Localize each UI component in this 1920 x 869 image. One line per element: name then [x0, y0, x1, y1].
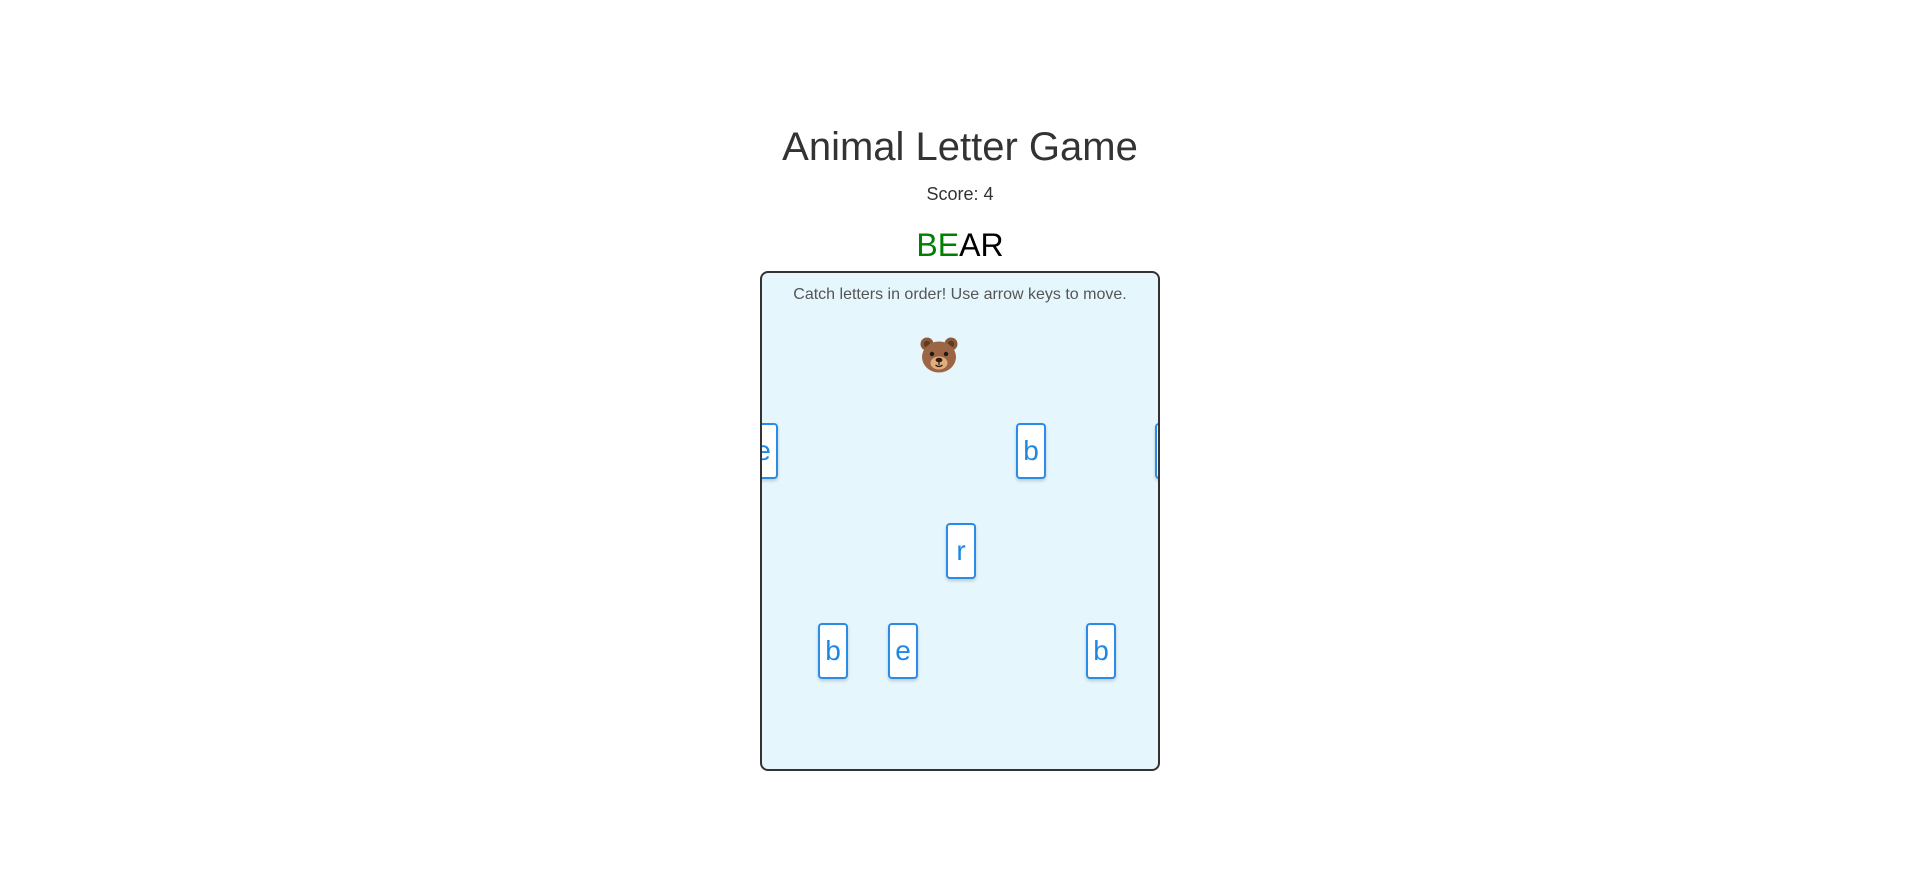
game-board[interactable]: Catch letters in order! Use arrow keys t…: [760, 271, 1160, 771]
target-word: BEAR: [0, 225, 1920, 265]
game-page: Animal Letter Game Score: 4 BEAR Catch l…: [0, 0, 1920, 869]
falling-letter[interactable]: b: [818, 623, 848, 679]
bear-player-icon[interactable]: [918, 334, 960, 376]
falling-letter[interactable]: e: [888, 623, 918, 679]
falling-letter[interactable]: e: [762, 423, 778, 479]
score-display: Score: 4: [926, 184, 994, 204]
page-title: Animal Letter Game: [782, 125, 1138, 169]
target-word-remaining: AR: [959, 227, 1004, 263]
falling-letter[interactable]: r: [946, 523, 976, 579]
instructions-text: Catch letters in order! Use arrow keys t…: [793, 286, 1127, 303]
falling-letter[interactable]: [1155, 423, 1158, 479]
bear-face-icon: [920, 337, 958, 373]
target-word-caught: BE: [916, 227, 960, 263]
falling-letter[interactable]: b: [1016, 423, 1046, 479]
falling-letter[interactable]: b: [1086, 623, 1116, 679]
